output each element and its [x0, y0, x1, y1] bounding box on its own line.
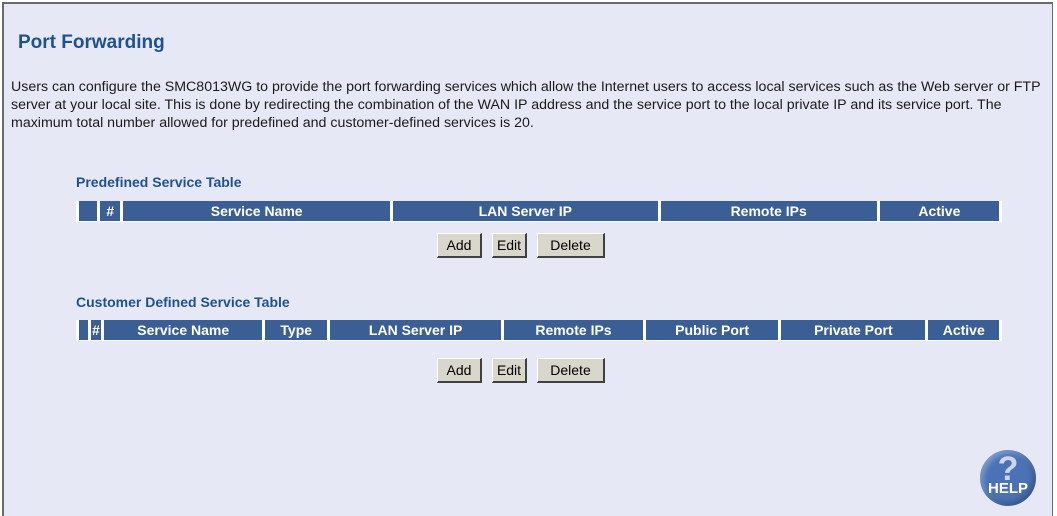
predefined-delete-button[interactable]: Delete: [537, 233, 605, 258]
column-header-service-name: Service Name: [104, 320, 263, 341]
column-header-number: #: [100, 201, 121, 222]
column-header-active: Active: [879, 201, 999, 222]
help-button[interactable]: ? HELP: [980, 450, 1036, 506]
predefined-button-row: Add Edit Delete: [437, 233, 605, 258]
column-header-active: Active: [928, 320, 999, 341]
column-header-select: [79, 320, 88, 341]
column-header-private-port: Private Port: [781, 320, 926, 341]
customer-edit-button[interactable]: Edit: [492, 358, 527, 383]
content-panel: Port Forwarding Users can configure the …: [2, 2, 1053, 516]
customer-button-row: Add Edit Delete: [437, 358, 605, 383]
customer-add-button[interactable]: Add: [437, 358, 482, 383]
column-header-remote-ips: Remote IPs: [504, 320, 643, 341]
customer-delete-button[interactable]: Delete: [537, 358, 605, 383]
column-header-remote-ips: Remote IPs: [660, 201, 877, 222]
predefined-edit-button[interactable]: Edit: [492, 233, 527, 258]
column-header-lan-server-ip: LAN Server IP: [393, 201, 658, 222]
column-header-number: #: [90, 320, 102, 341]
table-header-row: # Service Name Type LAN Server IP Remote…: [79, 320, 999, 341]
column-header-type: Type: [265, 320, 328, 341]
column-header-lan-server-ip: LAN Server IP: [330, 320, 502, 341]
predefined-add-button[interactable]: Add: [437, 233, 482, 258]
page-title: Port Forwarding: [18, 32, 165, 53]
column-header-service-name: Service Name: [123, 201, 390, 222]
predefined-table-title: Predefined Service Table: [76, 174, 242, 190]
column-header-public-port: Public Port: [645, 320, 779, 341]
column-header-select: [79, 201, 98, 222]
predefined-service-table: # Service Name LAN Server IP Remote IPs …: [76, 201, 1002, 222]
customer-table-title: Customer Defined Service Table: [76, 294, 290, 310]
customer-service-table: # Service Name Type LAN Server IP Remote…: [76, 320, 1002, 341]
help-label: HELP: [987, 480, 1028, 497]
table-header-row: # Service Name LAN Server IP Remote IPs …: [79, 201, 999, 222]
page-description: Users can configure the SMC8013WG to pro…: [11, 79, 1041, 131]
